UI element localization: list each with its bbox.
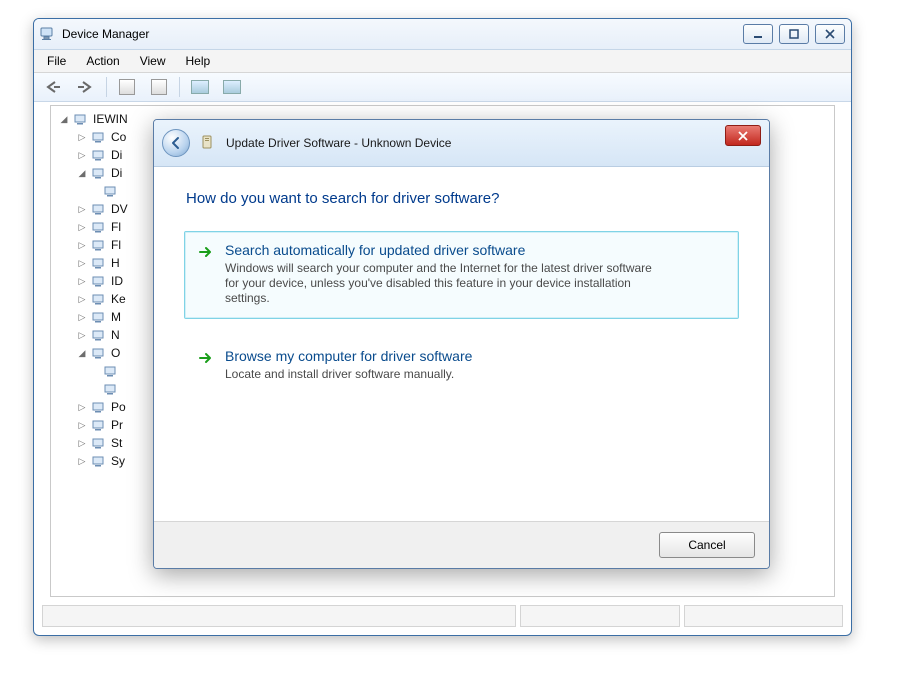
expand-icon[interactable]: ▷ [77, 258, 87, 268]
expand-icon[interactable] [89, 366, 99, 376]
device-icon [91, 129, 107, 145]
device-icon [91, 399, 107, 415]
device-icon [73, 111, 89, 127]
tree-item-label: Ke [111, 290, 126, 308]
dialog-device-icon [200, 135, 216, 151]
dm-toolbar [34, 73, 851, 102]
expand-icon[interactable]: ▷ [77, 276, 87, 286]
device-manager-icon [40, 26, 56, 42]
device-icon [103, 381, 119, 397]
tree-item-label: Di [111, 164, 122, 182]
device-icon [91, 165, 107, 181]
dm-titlebar: Device Manager [34, 19, 851, 50]
expand-icon[interactable]: ▷ [77, 204, 87, 214]
dialog-footer: Cancel [154, 521, 769, 568]
tree-item-label: St [111, 434, 122, 452]
expand-icon[interactable]: ▷ [77, 330, 87, 340]
tree-item-label: IEWIN [93, 110, 128, 128]
tree-item-label: Di [111, 146, 122, 164]
arrow-right-icon [197, 242, 215, 306]
expand-icon[interactable] [89, 186, 99, 196]
menu-file[interactable]: File [38, 52, 75, 70]
toolbar-btn-2[interactable] [145, 75, 173, 99]
device-icon [103, 183, 119, 199]
expand-icon[interactable]: ▷ [77, 420, 87, 430]
update-driver-dialog: Update Driver Software - Unknown Device … [153, 119, 770, 569]
tree-item-label: DV [111, 200, 128, 218]
dm-statusbar [42, 605, 843, 627]
dialog-titlebar: Update Driver Software - Unknown Device [154, 120, 769, 167]
toolbar-btn-1[interactable] [113, 75, 141, 99]
expand-icon[interactable]: ▷ [77, 402, 87, 412]
device-icon [91, 291, 107, 307]
tree-item-label: Co [111, 128, 126, 146]
device-icon [103, 363, 119, 379]
expand-icon[interactable]: ▷ [77, 150, 87, 160]
expand-icon[interactable]: ▷ [77, 456, 87, 466]
device-icon [91, 219, 107, 235]
device-icon [91, 435, 107, 451]
expand-icon[interactable]: ▷ [77, 294, 87, 304]
tree-item-label: H [111, 254, 120, 272]
toolbar-btn-4[interactable] [218, 75, 246, 99]
tree-item-label: O [111, 344, 120, 362]
device-icon [91, 273, 107, 289]
menu-action[interactable]: Action [77, 52, 128, 70]
tree-item-label: ID [111, 272, 123, 290]
tree-item-label: M [111, 308, 121, 326]
expand-icon[interactable]: ▷ [77, 132, 87, 142]
menu-view[interactable]: View [131, 52, 175, 70]
arrow-right-icon [197, 348, 215, 382]
collapse-icon[interactable]: ◢ [77, 348, 87, 358]
option-browse-computer[interactable]: Browse my computer for driver software L… [184, 337, 739, 395]
dialog-title-text: Update Driver Software - Unknown Device [226, 136, 451, 150]
expand-icon[interactable]: ▷ [77, 240, 87, 250]
cancel-button[interactable]: Cancel [659, 532, 755, 558]
toolbar-forward-button[interactable] [72, 75, 100, 99]
collapse-icon[interactable]: ◢ [59, 114, 69, 124]
device-icon [91, 327, 107, 343]
device-icon [91, 453, 107, 469]
expand-icon[interactable]: ▷ [77, 438, 87, 448]
expand-icon[interactable]: ▷ [77, 312, 87, 322]
expand-icon[interactable] [89, 384, 99, 394]
option2-title: Browse my computer for driver software [225, 348, 472, 364]
toolbar-back-button[interactable] [40, 75, 68, 99]
expand-icon[interactable]: ▷ [77, 222, 87, 232]
device-icon [91, 309, 107, 325]
option2-desc: Locate and install driver software manua… [225, 367, 472, 382]
close-button[interactable] [815, 24, 845, 44]
option1-desc: Windows will search your computer and th… [225, 261, 655, 306]
menu-help[interactable]: Help [177, 52, 220, 70]
option1-title: Search automatically for updated driver … [225, 242, 655, 258]
minimize-button[interactable] [743, 24, 773, 44]
tree-item-label: Fl [111, 236, 121, 254]
device-icon [91, 255, 107, 271]
dialog-close-button[interactable] [725, 125, 761, 146]
tree-item-label: Sy [111, 452, 125, 470]
device-icon [91, 147, 107, 163]
maximize-button[interactable] [779, 24, 809, 44]
tree-item-label: N [111, 326, 120, 344]
dm-title-text: Device Manager [62, 27, 149, 41]
toolbar-btn-3[interactable] [186, 75, 214, 99]
tree-item-label: Pr [111, 416, 123, 434]
option-search-automatically[interactable]: Search automatically for updated driver … [184, 231, 739, 319]
device-icon [91, 345, 107, 361]
device-icon [91, 417, 107, 433]
dm-menubar: File Action View Help [34, 50, 851, 73]
collapse-icon[interactable]: ◢ [77, 168, 87, 178]
device-icon [91, 237, 107, 253]
dialog-back-button[interactable] [162, 129, 190, 157]
dialog-heading: How do you want to search for driver sof… [186, 190, 739, 207]
tree-item-label: Fl [111, 218, 121, 236]
tree-item-label: Po [111, 398, 126, 416]
device-icon [91, 201, 107, 217]
